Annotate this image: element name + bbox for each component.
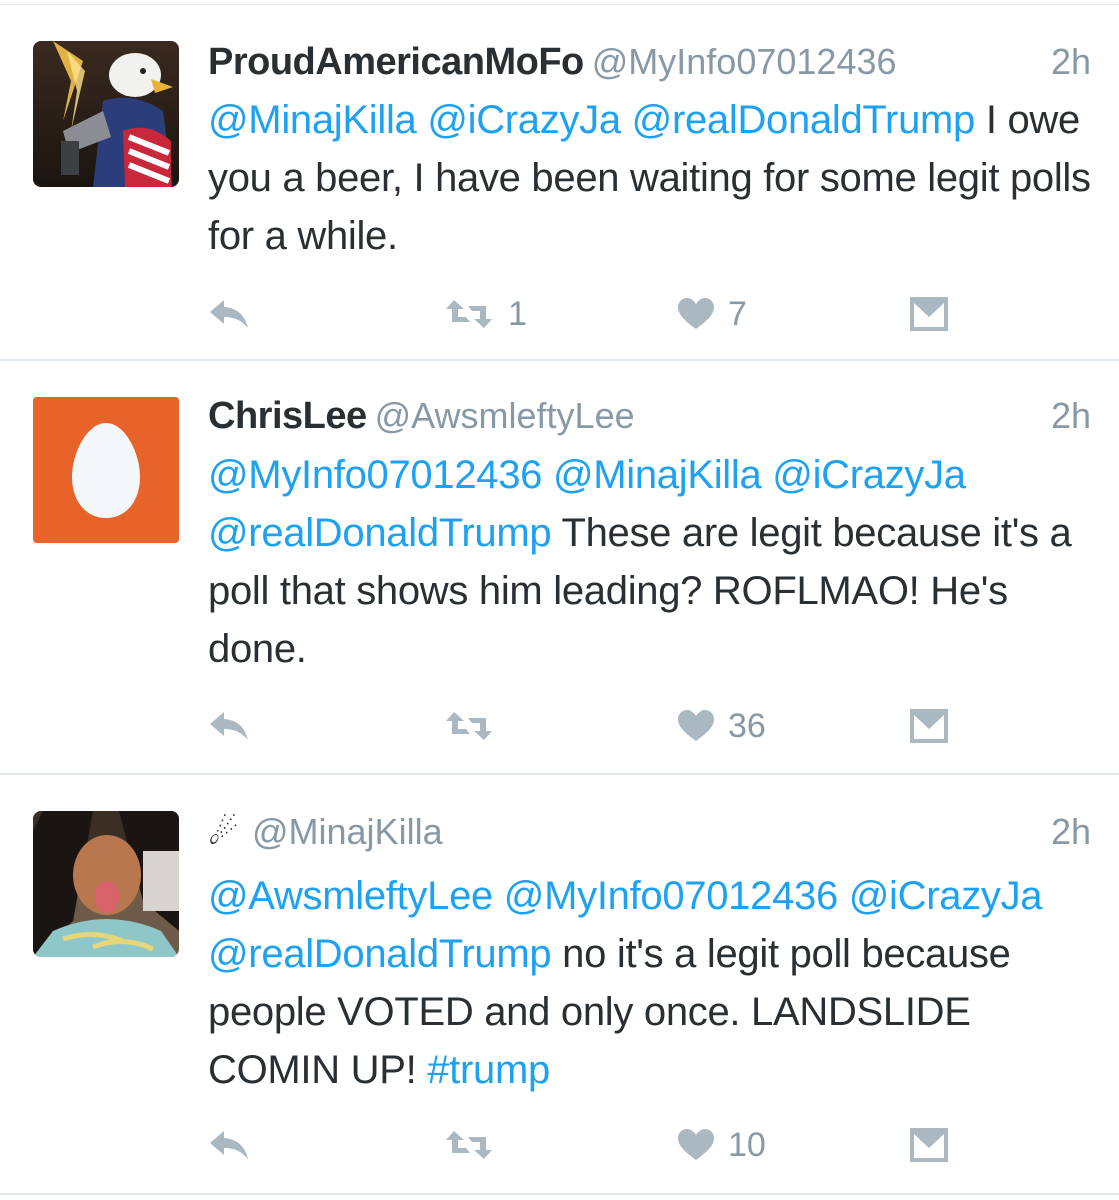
tweet-timestamp[interactable]: 2h <box>1051 41 1091 83</box>
retweet-count: 1 <box>508 294 527 333</box>
user-handle[interactable]: @MinajKilla <box>252 811 443 852</box>
retweet-icon <box>444 710 494 742</box>
tweet-text-segment <box>542 453 553 497</box>
tweet-text-segment <box>416 98 427 142</box>
user-handle[interactable]: @MyInfo07012436 <box>592 41 897 82</box>
tweet-text-segment <box>838 874 849 918</box>
like-count: 36 <box>728 706 766 745</box>
tweet-item[interactable]: ChrisLee @AwsmleftyLee 2h @MyInfo07012436… <box>0 361 1119 775</box>
mention-link[interactable]: @MyInfo07012436 <box>504 874 838 918</box>
tweet-timestamp[interactable]: 2h <box>1051 395 1091 437</box>
heart-icon <box>678 298 714 330</box>
retweet-button[interactable]: 1 <box>444 289 527 339</box>
display-name[interactable]: ChrisLee <box>208 395 367 437</box>
reply-button[interactable] <box>208 701 250 751</box>
avatar[interactable] <box>33 41 179 187</box>
envelope-icon <box>910 709 948 743</box>
mention-link[interactable]: @realDonaldTrump <box>208 511 552 555</box>
envelope-icon <box>910 297 948 331</box>
tweet-item[interactable]: ProudAmericanMoFo @MyInfo07012436 2h @Min… <box>0 5 1119 361</box>
envelope-icon <box>910 1128 948 1162</box>
tweet-item[interactable]: ☄ @MinajKilla 2h @AwsmleftyLee @MyInfo070… <box>0 775 1119 1195</box>
selfie-avatar-image <box>33 811 179 957</box>
mention-link[interactable]: @iCrazyJa <box>427 98 621 142</box>
tweet-text-segment <box>493 874 504 918</box>
like-button[interactable]: 10 <box>678 1120 766 1170</box>
display-name[interactable]: ProudAmericanMoFo <box>208 41 584 83</box>
like-button[interactable]: 36 <box>678 701 766 751</box>
eagle-avatar-image <box>33 41 179 187</box>
hashtag-link[interactable]: #trump <box>427 1048 550 1092</box>
display-name[interactable]: ☄ <box>208 814 238 852</box>
reply-icon <box>208 1129 250 1161</box>
retweet-icon <box>444 298 494 330</box>
reply-icon <box>208 298 250 330</box>
tweet-actions: 10 <box>208 1120 968 1170</box>
tweet-text-segment <box>621 98 632 142</box>
avatar[interactable] <box>33 811 179 957</box>
direct-message-button[interactable] <box>910 1120 948 1170</box>
tweet-actions: 1 7 <box>208 289 968 339</box>
egg-avatar-icon <box>33 397 179 543</box>
tweet-timestamp[interactable]: 2h <box>1051 811 1091 853</box>
avatar[interactable] <box>33 397 179 543</box>
tweet-text-segment <box>761 453 772 497</box>
mention-link[interactable]: @realDonaldTrump <box>208 932 552 976</box>
mention-link[interactable]: @AwsmleftyLee <box>208 874 493 918</box>
tweet-actions: 36 <box>208 701 968 751</box>
reply-icon <box>208 710 250 742</box>
like-count: 7 <box>728 294 747 333</box>
tweet-text: @MinajKilla @iCrazyJa @realDonaldTrump I… <box>208 91 1098 265</box>
mention-link[interactable]: @MinajKilla <box>208 98 417 142</box>
reply-button[interactable] <box>208 1120 250 1170</box>
reply-button[interactable] <box>208 289 250 339</box>
heart-icon <box>678 1129 714 1161</box>
tweet-text: @MyInfo07012436 @MinajKilla @iCrazyJa @r… <box>208 446 1098 678</box>
tweet-text: @AwsmleftyLee @MyInfo07012436 @iCrazyJa … <box>208 867 1098 1099</box>
like-button[interactable]: 7 <box>678 289 747 339</box>
retweet-button[interactable] <box>444 1120 508 1170</box>
mention-link[interactable]: @MinajKilla <box>553 453 762 497</box>
mention-link[interactable]: @iCrazyJa <box>772 453 966 497</box>
user-handle[interactable]: @AwsmleftyLee <box>375 395 635 436</box>
retweet-icon <box>444 1129 494 1161</box>
mention-link[interactable]: @MyInfo07012436 <box>208 453 542 497</box>
direct-message-button[interactable] <box>910 701 948 751</box>
mention-link[interactable]: @realDonaldTrump <box>632 98 976 142</box>
like-count: 10 <box>728 1125 766 1164</box>
direct-message-button[interactable] <box>910 289 948 339</box>
retweet-button[interactable] <box>444 701 508 751</box>
mention-link[interactable]: @iCrazyJa <box>849 874 1043 918</box>
heart-icon <box>678 710 714 742</box>
